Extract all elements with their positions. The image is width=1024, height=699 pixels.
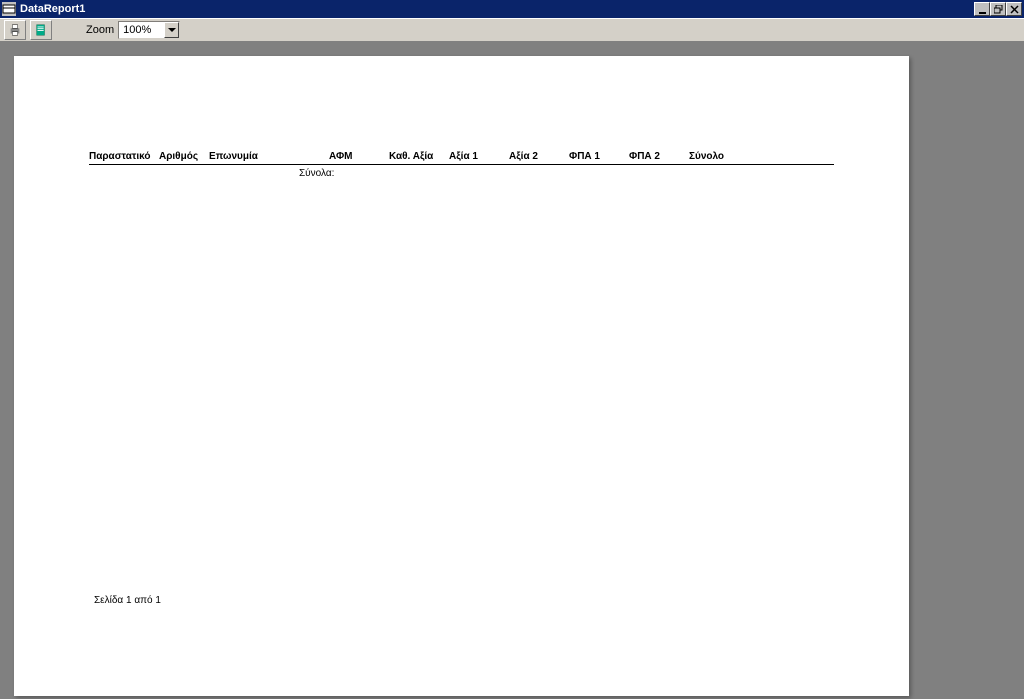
chevron-down-icon[interactable] (164, 22, 179, 38)
col-header-axia2: Αξία 2 (509, 151, 569, 162)
printer-icon (8, 23, 22, 37)
col-header-axia1: Αξία 1 (449, 151, 509, 162)
toolbar: Zoom 100% (0, 18, 1024, 42)
window-title: DataReport1 (20, 3, 85, 15)
col-header-parastatiko: Παραστατικό (89, 151, 159, 162)
col-header-kathaxia: Καθ. Αξία (389, 151, 449, 162)
report-viewport[interactable]: Παραστατικό Αριθμός Επωνυμία ΑΦΜ Καθ. Αξ… (0, 42, 1024, 699)
col-header-afm: ΑΦΜ (329, 151, 389, 162)
titlebar-left: DataReport1 (2, 2, 85, 16)
zoom-label: Zoom (86, 24, 114, 36)
totals-label: Σύνολα: (299, 168, 334, 179)
zoom-value: 100% (123, 24, 151, 36)
col-header-sinolo: Σύνολο (689, 151, 749, 162)
totals-underline (384, 164, 749, 165)
col-header-arithmos: Αριθμός (159, 151, 209, 162)
col-header-fpa1: ΦΠΑ 1 (569, 151, 629, 162)
totals-row: Σύνολα: (89, 165, 834, 168)
titlebar: DataReport1 (0, 0, 1024, 18)
page-footer: Σελίδα 1 από 1 (94, 595, 161, 606)
export-button[interactable] (30, 20, 52, 40)
restore-button[interactable] (990, 2, 1006, 16)
print-button[interactable] (4, 20, 26, 40)
close-button[interactable] (1006, 2, 1022, 16)
app-icon (2, 2, 16, 16)
col-header-eponymia: Επωνυμία (209, 151, 329, 162)
document-icon (34, 23, 48, 37)
col-header-fpa2: ΦΠΑ 2 (629, 151, 689, 162)
minimize-button[interactable] (974, 2, 990, 16)
zoom-select[interactable]: 100% (118, 21, 180, 39)
report-column-headers: Παραστατικό Αριθμός Επωνυμία ΑΦΜ Καθ. Αξ… (89, 151, 834, 165)
report-page: Παραστατικό Αριθμός Επωνυμία ΑΦΜ Καθ. Αξ… (14, 56, 909, 696)
window-controls (974, 2, 1022, 16)
